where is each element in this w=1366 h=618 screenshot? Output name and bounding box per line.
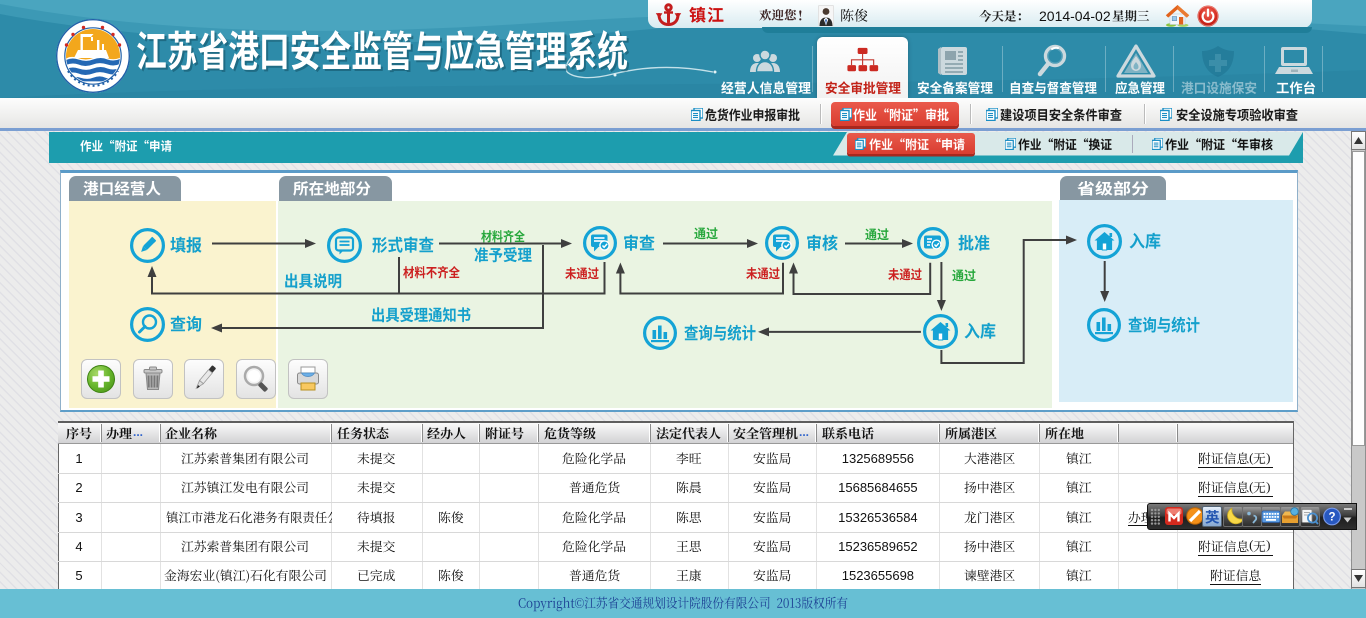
svg-text:?: ? bbox=[1328, 512, 1335, 524]
